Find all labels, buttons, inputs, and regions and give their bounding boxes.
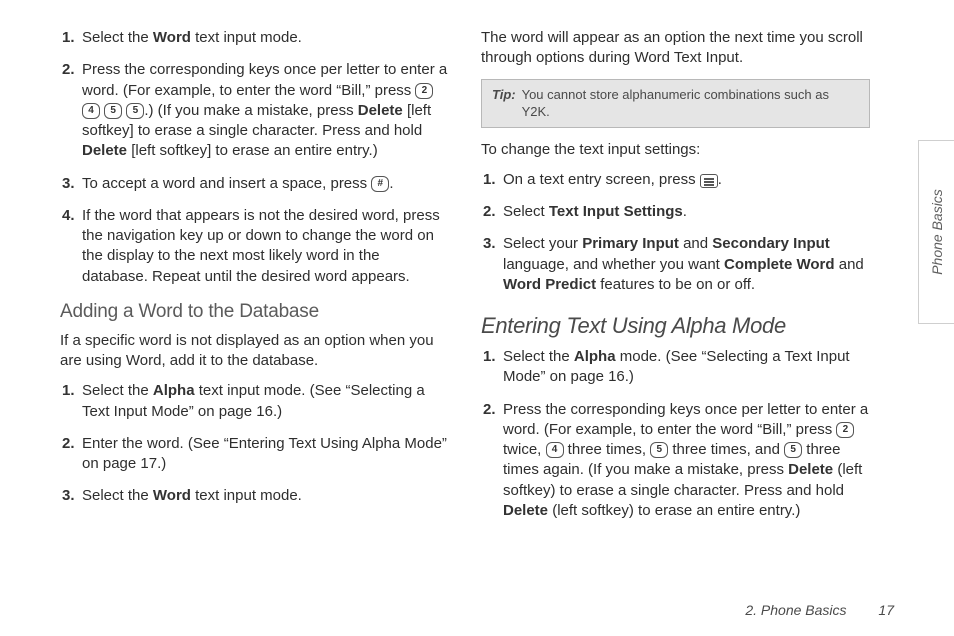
bold-text: Delete xyxy=(358,102,403,119)
list-number: 3. xyxy=(62,486,75,506)
page-footer: 2. Phone Basics 17 xyxy=(745,602,894,618)
text-fragment: twice, xyxy=(503,441,546,458)
subheading: Adding a Word to the Database xyxy=(60,301,449,323)
bold-text: Delete xyxy=(82,142,127,159)
tip-box: Tip: You cannot store alphanumeric combi… xyxy=(481,79,870,128)
text-fragment: Select the xyxy=(82,382,153,399)
key-icon: 4 xyxy=(82,103,100,119)
paragraph: The word will appear as an option the ne… xyxy=(481,28,870,69)
bold-text: Word Predict xyxy=(503,276,596,293)
list-number: 4. xyxy=(62,206,75,226)
list-number: 1. xyxy=(62,381,75,401)
menu-icon xyxy=(700,174,718,188)
settings-list: 1. On a text entry screen, press . 2. Se… xyxy=(481,170,870,295)
key-icon: 2 xyxy=(836,422,854,438)
list-number: 1. xyxy=(483,347,496,367)
text-fragment: Select the xyxy=(82,29,153,46)
key-icon: 5 xyxy=(784,442,802,458)
list-item: 2. Press the corresponding keys once per… xyxy=(82,60,449,161)
text-fragment: three times, and xyxy=(668,441,784,458)
list-item: 2. Press the corresponding keys once per… xyxy=(503,400,870,522)
text-fragment: . xyxy=(389,175,393,192)
text-fragment: text input mode. xyxy=(191,487,302,504)
section-heading: Entering Text Using Alpha Mode xyxy=(481,313,870,339)
text-fragment: Press the corresponding keys once per le… xyxy=(82,61,447,98)
key-icon: 4 xyxy=(546,442,564,458)
bold-text: Delete xyxy=(788,461,833,478)
list-item: 3. Select your Primary Input and Seconda… xyxy=(503,234,870,295)
side-tab-label: Phone Basics xyxy=(929,189,945,275)
text-fragment: To accept a word and insert a space, pre… xyxy=(82,175,371,192)
right-column: The word will appear as an option the ne… xyxy=(481,28,894,533)
text-fragment: and xyxy=(679,235,712,252)
footer-chapter: 2. Phone Basics xyxy=(745,602,846,618)
list-number: 3. xyxy=(62,174,75,194)
tip-label: Tip: xyxy=(492,86,516,121)
list-item: 1. On a text entry screen, press . xyxy=(503,170,870,190)
list-number: 2. xyxy=(62,434,75,454)
text-fragment: Select xyxy=(503,203,549,220)
list-item: 2. Select Text Input Settings. xyxy=(503,202,870,222)
text-fragment: features to be on or off. xyxy=(596,276,755,293)
bold-text: Word xyxy=(153,29,191,46)
bold-text: Alpha xyxy=(574,348,616,365)
bold-text: Complete Word xyxy=(724,256,835,273)
key-icon: 5 xyxy=(104,103,122,119)
text-fragment: text input mode. xyxy=(191,29,302,46)
list-item: 3. Select the Word text input mode. xyxy=(82,486,449,506)
bold-text: Text Input Settings xyxy=(549,203,683,220)
text-fragment: (left softkey) to erase an entire entry.… xyxy=(548,502,800,519)
text-fragment: Select the xyxy=(82,487,153,504)
text-fragment: Select the xyxy=(503,348,574,365)
ordered-list-1: 1. Select the Word text input mode. 2. P… xyxy=(60,28,449,287)
list-item: 1. Select the Alpha text input mode. (Se… xyxy=(82,381,449,422)
text-fragment: .) (If you make a mistake, press xyxy=(144,102,357,119)
list-number: 1. xyxy=(62,28,75,48)
text-fragment: Select your xyxy=(503,235,582,252)
bold-text: Alpha xyxy=(153,382,195,399)
side-tab: Phone Basics xyxy=(918,140,954,324)
text-fragment: Enter the word. (See “Entering Text Usin… xyxy=(82,435,447,472)
key-icon: 5 xyxy=(126,103,144,119)
text-fragment: language, and whether you want xyxy=(503,256,724,273)
key-icon: 5 xyxy=(650,442,668,458)
bold-text: Word xyxy=(153,487,191,504)
bold-text: Delete xyxy=(503,502,548,519)
text-fragment: . xyxy=(718,171,722,188)
bold-text: Primary Input xyxy=(582,235,679,252)
paragraph: To change the text input settings: xyxy=(481,140,870,160)
bold-text: Secondary Input xyxy=(712,235,830,252)
text-fragment: three times, xyxy=(564,441,651,458)
list-item: 2. Enter the word. (See “Entering Text U… xyxy=(82,434,449,475)
page-body: 1. Select the Word text input mode. 2. P… xyxy=(0,0,954,533)
tip-text: You cannot store alphanumeric combinatio… xyxy=(522,86,859,121)
list-item: 1. Select the Alpha mode. (See “Selectin… xyxy=(503,347,870,388)
list-number: 2. xyxy=(483,400,496,420)
paragraph: If a specific word is not displayed as a… xyxy=(60,331,449,372)
left-column: 1. Select the Word text input mode. 2. P… xyxy=(60,28,449,533)
list-item: 1. Select the Word text input mode. xyxy=(82,28,449,48)
list-item: 4. If the word that appears is not the d… xyxy=(82,206,449,287)
text-fragment: and xyxy=(835,256,864,273)
key-icon: # xyxy=(371,176,389,192)
footer-page-number: 17 xyxy=(878,602,894,618)
text-fragment: . xyxy=(683,203,687,220)
list-number: 3. xyxy=(483,234,496,254)
ordered-list-2: 1. Select the Alpha text input mode. (Se… xyxy=(60,381,449,506)
text-fragment: [left softkey] to erase an entire entry.… xyxy=(127,142,378,159)
list-number: 2. xyxy=(62,60,75,80)
alpha-list: 1. Select the Alpha mode. (See “Selectin… xyxy=(481,347,870,521)
text-fragment: Press the corresponding keys once per le… xyxy=(503,401,868,438)
list-number: 1. xyxy=(483,170,496,190)
text-fragment: On a text entry screen, press xyxy=(503,171,700,188)
key-icon: 2 xyxy=(415,83,433,99)
list-item: 3. To accept a word and insert a space, … xyxy=(82,174,449,194)
list-number: 2. xyxy=(483,202,496,222)
text-fragment: If the word that appears is not the desi… xyxy=(82,207,440,285)
